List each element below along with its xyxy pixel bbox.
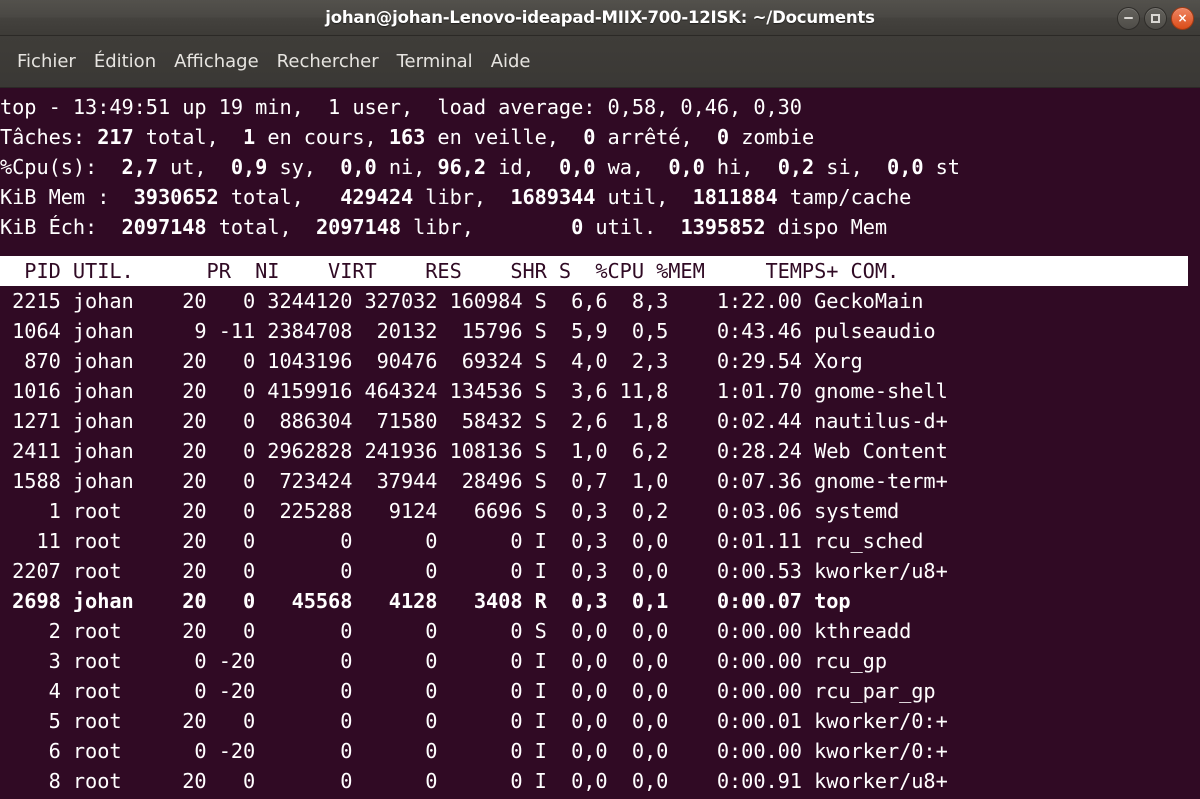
cpu-sy: 0,9 (230, 155, 268, 179)
cpu-si: 0,2 (777, 155, 815, 179)
tasks-zombie-label: zombie (729, 125, 815, 149)
menubar: Fichier Édition Affichage Rechercher Ter… (0, 36, 1200, 88)
table-row: 1 root 20 0 225288 9124 6696 S 0,3 0,2 0… (0, 499, 900, 523)
cpu-st: 0,0 (887, 155, 924, 179)
swap-used-label: util. (583, 215, 681, 239)
mem-used: 1689344 (510, 185, 596, 209)
tasks-stopped-label: arrêté, (595, 125, 717, 149)
table-row: 1064 johan 9 -11 2384708 20132 15796 S 5… (0, 319, 936, 343)
menu-item-affichage[interactable]: Affichage (165, 48, 268, 75)
swap-label: KiB Éch: (0, 215, 122, 239)
tasks-running: 1 (243, 125, 256, 149)
cpu-hi: 0,0 (668, 155, 705, 179)
window-controls: × (1117, 0, 1194, 36)
table-row: 4 root 0 -20 0 0 0 I 0,0 0,0 0:00.00 rcu… (0, 679, 936, 703)
table-row: 6 root 0 -20 0 0 0 I 0,0 0,0 0:00.00 kwo… (0, 739, 948, 763)
table-row: 1588 johan 20 0 723424 37944 28496 S 0,7… (0, 469, 948, 493)
window-title: johan@johan-Lenovo-ideapad-MIIX-700-12IS… (325, 8, 875, 27)
cpu-id-label: id, (486, 155, 559, 179)
cpu-id: 96,2 (437, 155, 487, 179)
table-row: 1016 johan 20 0 4159916 464324 134536 S … (0, 379, 948, 403)
menu-item-aide[interactable]: Aide (482, 48, 540, 75)
minimize-button[interactable] (1117, 6, 1140, 30)
tasks-total-label: total, (133, 125, 244, 149)
close-icon: × (1177, 11, 1188, 25)
process-table-header: PID UTIL. PR NI VIRT RES SHR S %CPU %MEM… (0, 256, 1188, 286)
mem-buff-cache: 1811884 (692, 185, 778, 209)
swap-free: 2097148 (315, 215, 401, 239)
menu-item-fichier[interactable]: Fichier (8, 48, 85, 75)
menu-item-edition[interactable]: Édition (85, 48, 165, 75)
minimize-icon (1124, 17, 1133, 19)
tasks-running-label: en cours, (255, 125, 389, 149)
cpu-label: %Cpu(s): (0, 155, 122, 179)
menu-item-terminal[interactable]: Terminal (388, 48, 482, 75)
top-tasks-line: Tâches: 217 total, 1 en cours, 163 en ve… (0, 122, 1200, 152)
top-uptime-line: top - 13:49:51 up 19 min, 1 user, load a… (0, 92, 1200, 122)
table-row: 3 root 0 -20 0 0 0 I 0,0 0,0 0:00.00 rcu… (0, 649, 887, 673)
tasks-stopped: 0 (583, 125, 596, 149)
table-row: 5 root 20 0 0 0 0 I 0,0 0,0 0:00.01 kwor… (0, 709, 948, 733)
table-row: 2207 root 20 0 0 0 0 I 0,3 0,0 0:00.53 k… (0, 559, 948, 583)
tasks-sleeping-label: en veille, (425, 125, 584, 149)
table-row: 2215 johan 20 0 3244120 327032 160984 S … (0, 289, 924, 313)
table-row: 2 root 20 0 0 0 0 S 0,0 0,0 0:00.00 kthr… (0, 619, 912, 643)
swap-free-label: libr, (401, 215, 572, 239)
maximize-button[interactable] (1144, 6, 1167, 30)
swap-total: 2097148 (121, 215, 207, 239)
window-titlebar[interactable]: johan@johan-Lenovo-ideapad-MIIX-700-12IS… (0, 0, 1200, 36)
mem-total-label: total, (218, 185, 341, 209)
table-row: 11 root 20 0 0 0 0 I 0,3 0,0 0:01.11 rcu… (0, 529, 924, 553)
tasks-zombie: 0 (716, 125, 730, 149)
mem-label: KiB Mem : (0, 185, 134, 209)
cpu-sy-label: sy, (267, 155, 341, 179)
cpu-us-label: ut, (157, 155, 231, 179)
swap-available-label: dispo Mem (765, 215, 888, 239)
process-table-body: 2215 johan 20 0 3244120 327032 160984 S … (0, 286, 1200, 796)
cpu-wa: 0,0 (558, 155, 596, 179)
top-mem-line: KiB Mem : 3930652 total, 429424 libr, 16… (0, 182, 1200, 212)
mem-used-label: util, (595, 185, 693, 209)
table-row: 8 root 20 0 0 0 0 I 0,0 0,0 0:00.91 kwor… (0, 769, 948, 793)
table-row: 870 johan 20 0 1043196 90476 69324 S 4,0… (0, 349, 863, 373)
swap-total-label: total, (206, 215, 316, 239)
table-row: 1271 johan 20 0 886304 71580 58432 S 2,6… (0, 409, 948, 433)
cpu-ni: 0,0 (340, 155, 377, 179)
top-cpu-line: %Cpu(s): 2,7 ut, 0,9 sy, 0,0 ni, 96,2 id… (0, 152, 1200, 182)
tasks-total: 217 (97, 125, 134, 149)
cpu-ni-label: ni, (376, 155, 438, 179)
top-summary: top - 13:49:51 up 19 min, 1 user, load a… (0, 88, 1200, 242)
maximize-icon (1151, 13, 1160, 23)
menu-item-rechercher[interactable]: Rechercher (268, 48, 388, 75)
cpu-wa-label: wa, (595, 155, 669, 179)
uptime-text: top - 13:49:51 up 19 min, 1 user, load a… (0, 95, 802, 119)
mem-total: 3930652 (133, 185, 219, 209)
cpu-si-label: si, (814, 155, 888, 179)
swap-used: 0 (571, 215, 584, 239)
table-row: 2411 johan 20 0 2962828 241936 108136 S … (0, 439, 948, 463)
swap-available: 1395852 (680, 215, 766, 239)
cpu-st-label: st (923, 155, 960, 179)
summary-table-gap (0, 242, 1200, 256)
cpu-hi-label: hi, (704, 155, 778, 179)
top-swap-line: KiB Éch: 2097148 total, 2097148 libr, 0 … (0, 212, 1200, 242)
mem-free: 429424 (340, 185, 414, 209)
tasks-sleeping: 163 (388, 125, 426, 149)
table-row: 2698 johan 20 0 45568 4128 3408 R 0,3 0,… (0, 589, 851, 613)
terminal-screen[interactable]: top - 13:49:51 up 19 min, 1 user, load a… (0, 88, 1200, 799)
mem-buff-cache-label: tamp/cache (777, 185, 912, 209)
close-button[interactable]: × (1171, 6, 1194, 30)
tasks-label: Tâches: (0, 125, 98, 149)
cpu-us: 2,7 (121, 155, 159, 179)
mem-free-label: libr, (413, 185, 511, 209)
